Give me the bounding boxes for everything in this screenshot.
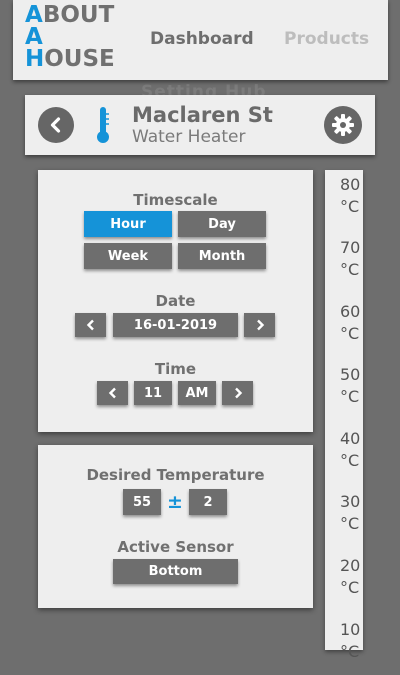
device-location: Maclaren St <box>132 103 273 127</box>
device-type: Water Heater <box>132 127 246 147</box>
back-button[interactable] <box>38 107 74 143</box>
device-header: Maclaren St Water Heater <box>25 95 375 155</box>
time-next-button[interactable] <box>222 381 253 405</box>
scale-tick: 30 °C <box>340 492 361 533</box>
gear-icon <box>332 114 354 136</box>
time-hour-value[interactable]: 11 <box>134 381 172 405</box>
time-period-value[interactable]: AM <box>178 381 216 405</box>
nav-dashboard-link[interactable]: Dashboard <box>150 29 254 49</box>
timescale-title: Timescale <box>133 191 218 209</box>
plus-minus-symbol: ± <box>167 491 183 513</box>
scale-tick: 10 °C <box>340 620 361 661</box>
chevron-right-icon <box>256 319 264 331</box>
date-next-button[interactable] <box>244 313 275 337</box>
settings-panel: Desired Temperature 55 ± 2 Active Sensor… <box>38 445 313 608</box>
tolerance-value[interactable]: 2 <box>189 489 227 515</box>
timescale-hour-button[interactable]: Hour <box>84 211 172 237</box>
date-prev-button[interactable] <box>75 313 106 337</box>
nav-products-link[interactable]: Products <box>284 29 369 49</box>
date-value[interactable]: 16-01-2019 <box>113 313 238 337</box>
scale-tick: 50 °C <box>340 365 361 406</box>
active-sensor-title: Active Sensor <box>117 538 234 556</box>
top-bar: ABOUT A HOUSE Dashboard Products <box>13 0 388 80</box>
desired-temperature-title: Desired Temperature <box>86 466 265 484</box>
chevron-right-icon <box>234 387 242 399</box>
chevron-left-icon <box>86 319 94 331</box>
time-prev-button[interactable] <box>97 381 128 405</box>
chevron-left-icon <box>108 387 116 399</box>
filter-panel: Timescale Hour Day Week Month Date 16-01… <box>38 170 313 432</box>
date-title: Date <box>155 292 196 310</box>
scale-tick: 80 °C <box>340 175 361 216</box>
thermometer-icon <box>97 107 109 143</box>
timescale-day-button[interactable]: Day <box>178 211 266 237</box>
scale-tick: 70 °C <box>340 238 361 279</box>
scale-tick: 60 °C <box>340 302 361 343</box>
scale-tick: 20 °C <box>340 556 361 597</box>
time-title: Time <box>154 360 197 378</box>
scale-tick: 40 °C <box>340 429 361 470</box>
chevron-left-icon <box>50 117 61 133</box>
active-sensor-select[interactable]: Bottom <box>113 559 238 584</box>
logo[interactable]: ABOUT A HOUSE <box>25 4 115 71</box>
timescale-week-button[interactable]: Week <box>84 243 172 269</box>
desired-temperature-value[interactable]: 55 <box>123 489 161 515</box>
settings-button[interactable] <box>324 106 362 144</box>
timescale-month-button[interactable]: Month <box>178 243 266 269</box>
